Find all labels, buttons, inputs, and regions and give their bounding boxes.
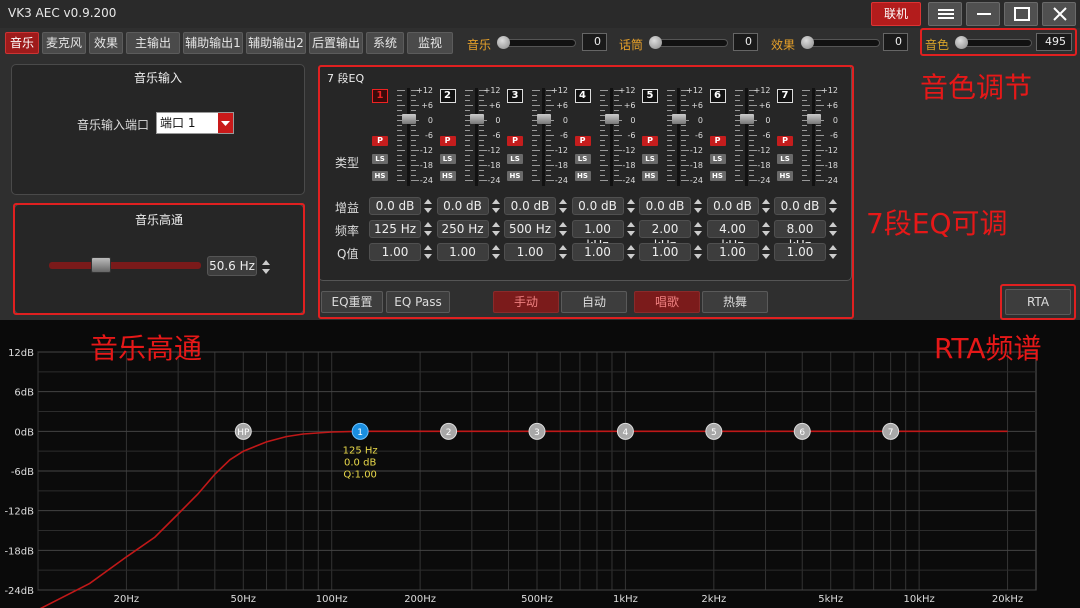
music-input-port-dropdown[interactable] xyxy=(218,113,233,133)
chevron-down-icon xyxy=(221,121,230,126)
maximize-icon xyxy=(1014,7,1030,21)
close-icon xyxy=(1053,7,1067,21)
tab-effect[interactable]: 效果 xyxy=(89,32,123,54)
tone-annotation: 音色调节 xyxy=(920,71,1033,104)
effect-level-value[interactable]: 0 xyxy=(883,33,908,51)
x-tick-label: 5kHz xyxy=(818,594,843,605)
hamburger-icon xyxy=(938,9,954,19)
eq-node-label: 4 xyxy=(623,428,629,438)
x-tick-label: 20Hz xyxy=(114,594,140,605)
music-level-knob[interactable] xyxy=(497,36,510,49)
tab-bar: 音乐 麦克风 效果 主输出 辅助输出1 辅助输出2 后置输出 系统 监视 音乐 … xyxy=(0,28,1080,58)
app-window: VK3 AEC v0.9.200 联机 音乐 麦克风 效果 主输出 辅助输出1 … xyxy=(0,0,1080,608)
eq-pass-button[interactable]: EQ Pass xyxy=(386,291,450,313)
tab-microphone[interactable]: 麦克风 xyxy=(42,32,86,54)
rta-annotation: RTA频谱 xyxy=(934,332,1042,365)
effect-level-knob[interactable] xyxy=(801,36,814,49)
auto-button[interactable]: 自动 xyxy=(561,291,627,313)
music-input-panel: 音乐输入 音乐输入端口 端口 1 xyxy=(11,64,305,195)
tab-aux-output-2[interactable]: 辅助输出2 xyxy=(246,32,306,54)
connect-button[interactable]: 联机 xyxy=(871,2,921,26)
eq-annotation: 7段EQ可调 xyxy=(866,207,1008,240)
y-tick-label: -12dB xyxy=(4,507,34,518)
eq-node-label: 3 xyxy=(534,428,540,438)
sing-button[interactable]: 唱歌 xyxy=(634,291,700,313)
eq-node-label: 2 xyxy=(446,428,452,438)
mic-level-label: 话筒 xyxy=(619,38,644,52)
x-tick-label: 500Hz xyxy=(521,594,553,605)
rta-highlight-box xyxy=(1000,284,1076,320)
x-tick-label: 1kHz xyxy=(613,594,638,605)
eq-reset-button[interactable]: EQ重置 xyxy=(321,291,383,313)
eq-node-label: 6 xyxy=(799,428,805,438)
tab-music[interactable]: 音乐 xyxy=(5,32,39,54)
y-tick-label: -24dB xyxy=(4,586,34,597)
music-input-title: 音乐输入 xyxy=(133,71,182,85)
music-level-value[interactable]: 0 xyxy=(582,33,607,51)
selected-node-info: 125 Hz xyxy=(343,445,378,456)
selected-node-info: 0.0 dB xyxy=(344,457,376,468)
minimize-icon xyxy=(977,13,991,15)
eq-highlight-box xyxy=(318,65,854,319)
dance-button[interactable]: 热舞 xyxy=(702,291,768,313)
tone-highlight-box xyxy=(920,28,1077,56)
effect-level-label: 效果 xyxy=(771,38,796,52)
y-tick-label: -18dB xyxy=(4,546,34,557)
music-input-port-label: 音乐输入端口 xyxy=(77,118,150,132)
highpass-annotation: 音乐高通 xyxy=(90,332,203,365)
highpass-highlight-box xyxy=(13,203,305,315)
tab-system[interactable]: 系统 xyxy=(366,32,404,54)
y-tick-label: 6dB xyxy=(14,388,34,399)
x-tick-label: 100Hz xyxy=(316,594,348,605)
x-tick-label: 20kHz xyxy=(992,594,1023,605)
x-tick-label: 2kHz xyxy=(701,594,726,605)
x-tick-label: 200Hz xyxy=(404,594,436,605)
x-tick-label: 50Hz xyxy=(231,594,257,605)
eq-node-label: 5 xyxy=(711,428,717,438)
eq-node-label: 7 xyxy=(888,428,894,438)
tab-main-output[interactable]: 主输出 xyxy=(126,32,180,54)
x-tick-label: 10kHz xyxy=(903,594,934,605)
y-tick-label: 12dB xyxy=(8,348,34,359)
tab-aux-output-1[interactable]: 辅助输出1 xyxy=(183,32,243,54)
music-level-label: 音乐 xyxy=(467,38,492,52)
y-tick-label: 0dB xyxy=(14,427,34,438)
tab-rear-output[interactable]: 后置输出 xyxy=(309,32,363,54)
mic-level-knob[interactable] xyxy=(649,36,662,49)
tab-monitor[interactable]: 监视 xyxy=(407,32,453,54)
manual-button[interactable]: 手动 xyxy=(493,291,559,313)
eq-node-label: HP xyxy=(237,428,250,438)
minimize-button[interactable] xyxy=(966,2,1000,26)
y-tick-label: -6dB xyxy=(11,467,34,478)
mic-level-value[interactable]: 0 xyxy=(733,33,758,51)
app-title: VK3 AEC v0.9.200 xyxy=(8,6,117,20)
maximize-button[interactable] xyxy=(1004,2,1038,26)
eq-node-label: 1 xyxy=(357,428,363,438)
title-bar: VK3 AEC v0.9.200 联机 xyxy=(0,0,1080,28)
close-button[interactable] xyxy=(1042,2,1076,26)
menu-button[interactable] xyxy=(928,2,962,26)
selected-node-info: Q:1.00 xyxy=(343,469,377,480)
